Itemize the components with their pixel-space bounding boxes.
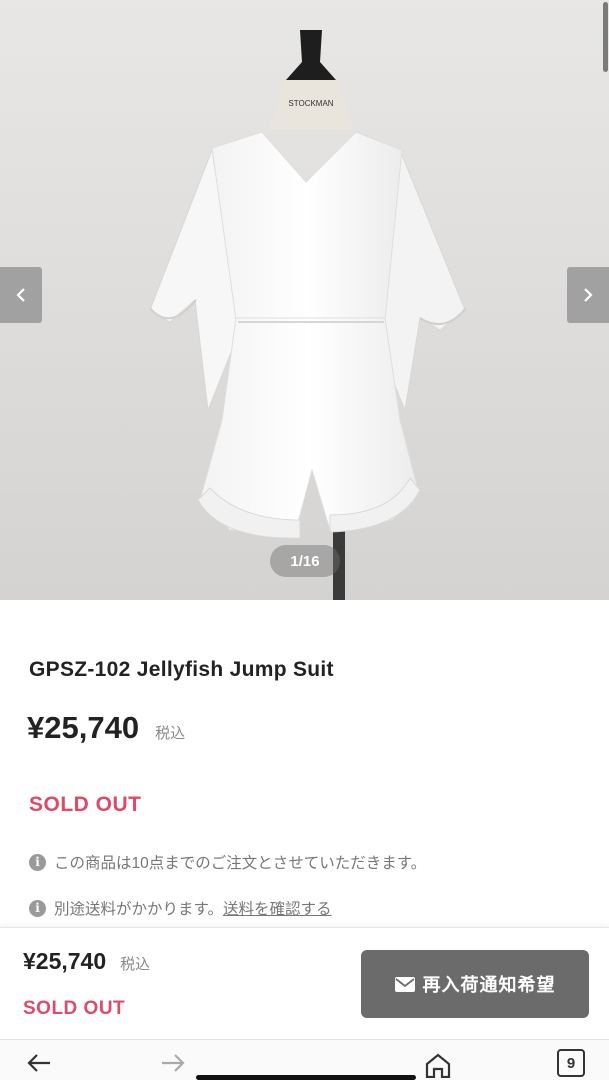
shipping-note: i 別途送料がかかります。 送料を確認する — [29, 897, 331, 919]
image-counter: 1/16 — [270, 545, 340, 577]
gallery-next-button[interactable] — [567, 267, 609, 323]
product-photo: STOCKMAN — [0, 0, 609, 600]
forward-arrow-icon[interactable] — [160, 1052, 186, 1074]
product-price: ¥25,740 — [27, 710, 140, 745]
sticky-purchase-bar: ¥25,740 税込 SOLD OUT 再入荷通知希望 — [0, 927, 609, 1039]
sticky-price: ¥25,740 — [23, 948, 107, 974]
product-title: GPSZ-102 Jellyfish Jump Suit — [29, 658, 334, 681]
tax-label: 税込 — [155, 725, 186, 742]
price-row: ¥25,740 税込 — [27, 710, 185, 746]
restock-notify-button[interactable]: 再入荷通知希望 — [361, 950, 589, 1018]
chevron-right-icon — [584, 288, 593, 302]
page-scrollbar[interactable] — [603, 2, 608, 72]
order-limit-note: i この商品は10点までのご注文とさせていただきます。 — [29, 851, 426, 873]
info-icon: i — [29, 899, 46, 917]
order-limit-text: この商品は10点までのご注文とさせていただきます。 — [54, 855, 427, 872]
sticky-price-row: ¥25,740 税込 — [23, 948, 150, 975]
shipping-text: 別途送料がかかります。 — [54, 901, 223, 918]
gallery-prev-button[interactable] — [0, 267, 42, 323]
home-icon[interactable] — [424, 1052, 452, 1078]
tabs-count-button[interactable]: 9 — [557, 1049, 585, 1077]
product-image-gallery[interactable]: STOCKMAN 1/16 — [0, 0, 609, 600]
mannequin-brand-label: STOCKMAN — [288, 99, 333, 108]
mail-icon — [394, 976, 415, 992]
home-indicator — [196, 1075, 416, 1080]
browser-toolbar: 9 — [0, 1039, 609, 1080]
sold-out-status: SOLD OUT — [29, 793, 142, 816]
back-arrow-icon[interactable] — [26, 1052, 52, 1074]
chevron-left-icon — [16, 288, 25, 302]
sticky-tax-label: 税込 — [120, 956, 151, 973]
sticky-sold-out-status: SOLD OUT — [23, 998, 126, 1019]
shipping-link[interactable]: 送料を確認する — [223, 897, 332, 919]
info-icon: i — [29, 853, 46, 871]
restock-notify-label: 再入荷通知希望 — [422, 975, 556, 995]
